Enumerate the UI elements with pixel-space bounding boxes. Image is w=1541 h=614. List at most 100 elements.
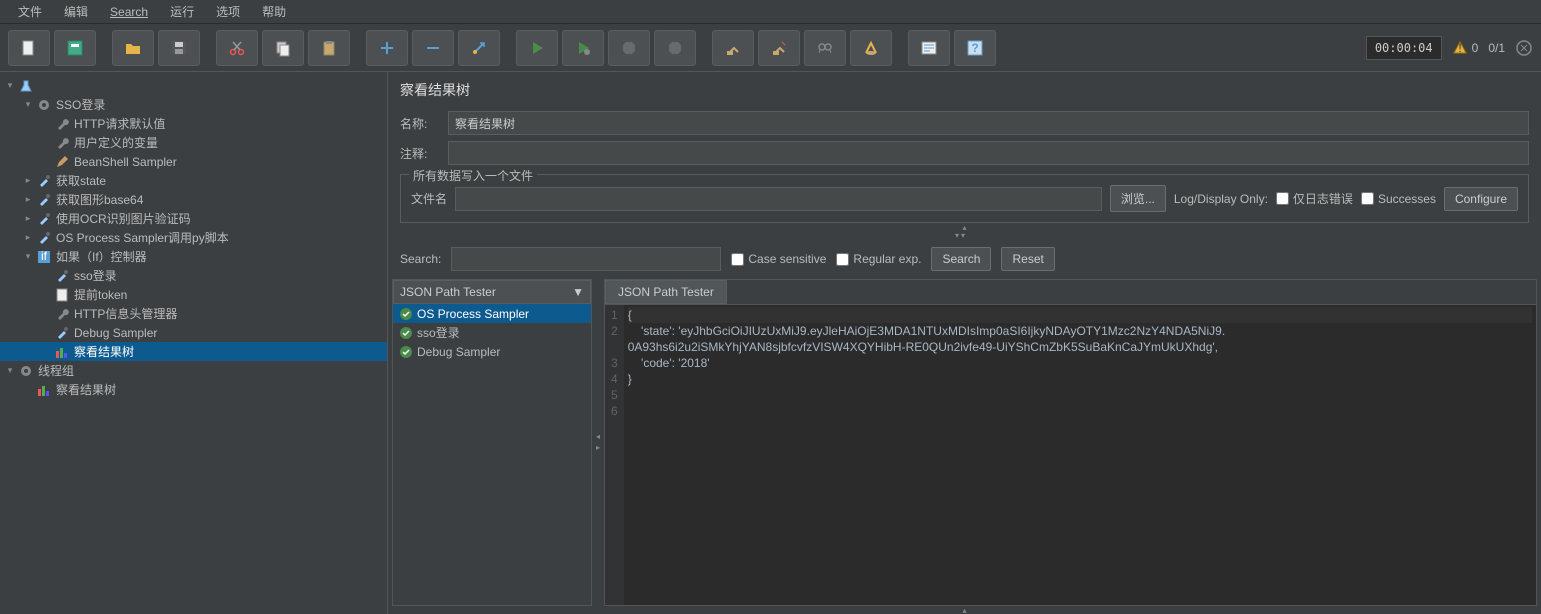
configure-button[interactable]: Configure (1444, 187, 1518, 211)
help-button[interactable]: ? (954, 30, 996, 66)
vertical-splitter[interactable]: ◂ ▸ (592, 279, 604, 606)
tree-toggle[interactable]: ▸ (22, 194, 34, 206)
remove-button[interactable] (412, 30, 454, 66)
tree-toggle[interactable] (40, 270, 52, 282)
tree-toggle[interactable] (22, 384, 34, 396)
clear-button[interactable] (712, 30, 754, 66)
drag-handle[interactable] (951, 231, 971, 239)
success-icon (399, 326, 413, 340)
tree-item[interactable]: 用户定义的变量 (0, 133, 387, 152)
search-label: Search: (400, 252, 441, 266)
success-checkbox[interactable]: Successes (1361, 192, 1436, 206)
comment-input[interactable] (448, 141, 1529, 165)
results-list-panel: JSON Path Tester ▼ OS Process Sampler sso… (392, 279, 592, 606)
tree-item[interactable]: 提前token (0, 285, 387, 304)
errors-checkbox[interactable]: 仅日志错误 (1276, 190, 1353, 207)
search-input[interactable] (451, 247, 721, 271)
tree-item[interactable]: 察看结果树 (0, 342, 387, 361)
tree-item[interactable]: Debug Sampler (0, 323, 387, 342)
menu-run[interactable]: 运行 (160, 0, 204, 24)
tree-label: HTTP信息头管理器 (72, 305, 177, 322)
tree-item[interactable]: ▾SSO登录 (0, 95, 387, 114)
menu-file[interactable]: 文件 (8, 0, 52, 24)
menu-options[interactable]: 选项 (206, 0, 250, 24)
run-noclear-button[interactable] (562, 30, 604, 66)
tree-item[interactable]: ▾if如果（If）控制器 (0, 247, 387, 266)
reset-button[interactable]: Reset (1001, 247, 1054, 271)
menu-search[interactable]: Search (100, 1, 158, 23)
tree-toggle[interactable] (40, 289, 52, 301)
tree-item[interactable]: ▸获取图形base64 (0, 190, 387, 209)
result-item[interactable]: sso登录 (393, 323, 591, 342)
tree-toggle[interactable]: ▸ (22, 175, 34, 187)
tree-toggle[interactable]: ▸ (22, 213, 34, 225)
add-button[interactable] (366, 30, 408, 66)
tree-toggle[interactable]: ▾ (4, 365, 16, 377)
renderer-dropdown[interactable]: JSON Path Tester ▼ (393, 280, 591, 304)
tree-toggle[interactable]: ▾ (4, 80, 16, 92)
toggle-button[interactable] (458, 30, 500, 66)
tree-label: 察看结果树 (72, 343, 134, 360)
test-plan-tree[interactable]: ▾▾SSO登录HTTP请求默认值用户定义的变量BeanShell Sampler… (0, 72, 388, 614)
run-button[interactable] (516, 30, 558, 66)
drag-handle[interactable] (388, 606, 1541, 614)
copy-button[interactable] (262, 30, 304, 66)
paste-button[interactable] (308, 30, 350, 66)
chevron-down-icon: ▼ (572, 285, 584, 299)
tree-toggle[interactable] (40, 118, 52, 130)
tab-json-path-tester[interactable]: JSON Path Tester (605, 280, 727, 304)
function-button[interactable] (908, 30, 950, 66)
warning-icon: ! (1452, 40, 1468, 56)
save-button[interactable] (158, 30, 200, 66)
tree-toggle[interactable] (40, 308, 52, 320)
tree-toggle[interactable]: ▾ (22, 99, 34, 111)
toolbar: ? 00:00:04 ! 0 0/1 (0, 24, 1541, 72)
tree-toggle[interactable] (40, 137, 52, 149)
menu-edit[interactable]: 编辑 (54, 0, 98, 24)
result-item[interactable]: Debug Sampler (393, 342, 591, 361)
tree-label: OS Process Sampler调用py脚本 (54, 229, 229, 246)
tree-label: 提前token (72, 286, 127, 303)
clear-all-button[interactable] (758, 30, 800, 66)
case-sensitive-checkbox[interactable]: Case sensitive (731, 252, 826, 266)
tree-item[interactable]: 察看结果树 (0, 380, 387, 399)
tree-label: Debug Sampler (72, 326, 157, 340)
tree-toggle[interactable] (40, 327, 52, 339)
templates-button[interactable] (54, 30, 96, 66)
new-button[interactable] (8, 30, 50, 66)
tree-item[interactable]: HTTP信息头管理器 (0, 304, 387, 323)
tree-item[interactable]: BeanShell Sampler (0, 152, 387, 171)
open-button[interactable] (112, 30, 154, 66)
tree-toggle[interactable] (40, 346, 52, 358)
tree-toggle[interactable] (40, 156, 52, 168)
tree-item[interactable]: ▸ OS Process Sampler调用py脚本 (0, 228, 387, 247)
result-list[interactable]: OS Process Sampler sso登录Debug Sampler (393, 304, 591, 605)
cut-button[interactable] (216, 30, 258, 66)
tree-item[interactable]: sso登录 (0, 266, 387, 285)
search-button[interactable] (804, 30, 846, 66)
results-panel: 察看结果树 名称: 注释: 所有数据写入一个文件 文件名 浏览... Log/D… (388, 72, 1541, 614)
tree-toggle[interactable]: ▾ (22, 251, 34, 263)
expand-icon[interactable] (1515, 39, 1533, 57)
browse-button[interactable]: 浏览... (1110, 185, 1166, 212)
result-label: OS Process Sampler (417, 307, 529, 321)
name-input[interactable] (448, 111, 1529, 135)
svg-text:?: ? (971, 41, 978, 55)
shutdown-button[interactable] (654, 30, 696, 66)
result-item[interactable]: OS Process Sampler (393, 304, 591, 323)
clear-search-button[interactable] (850, 30, 892, 66)
filename-input[interactable] (455, 187, 1102, 211)
svg-text:!: ! (1458, 41, 1461, 55)
search-submit-button[interactable]: Search (931, 247, 991, 271)
response-code-area[interactable]: 123456 { 'state': 'eyJhbGciOiJIUzUxMiJ9.… (605, 305, 1536, 605)
tree-item[interactable]: ▾线程组 (0, 361, 387, 380)
tree-item[interactable]: HTTP请求默认值 (0, 114, 387, 133)
tree-item[interactable]: ▸获取state (0, 171, 387, 190)
tree-toggle[interactable]: ▸ (22, 232, 34, 244)
regex-checkbox[interactable]: Regular exp. (836, 252, 921, 266)
menu-help[interactable]: 帮助 (252, 0, 296, 24)
menu-bar: 文件 编辑 Search 运行 选项 帮助 (0, 0, 1541, 24)
tree-item[interactable]: ▸使用OCR识别图片验证码 (0, 209, 387, 228)
stop-button[interactable] (608, 30, 650, 66)
tree-item[interactable]: ▾ (0, 76, 387, 95)
